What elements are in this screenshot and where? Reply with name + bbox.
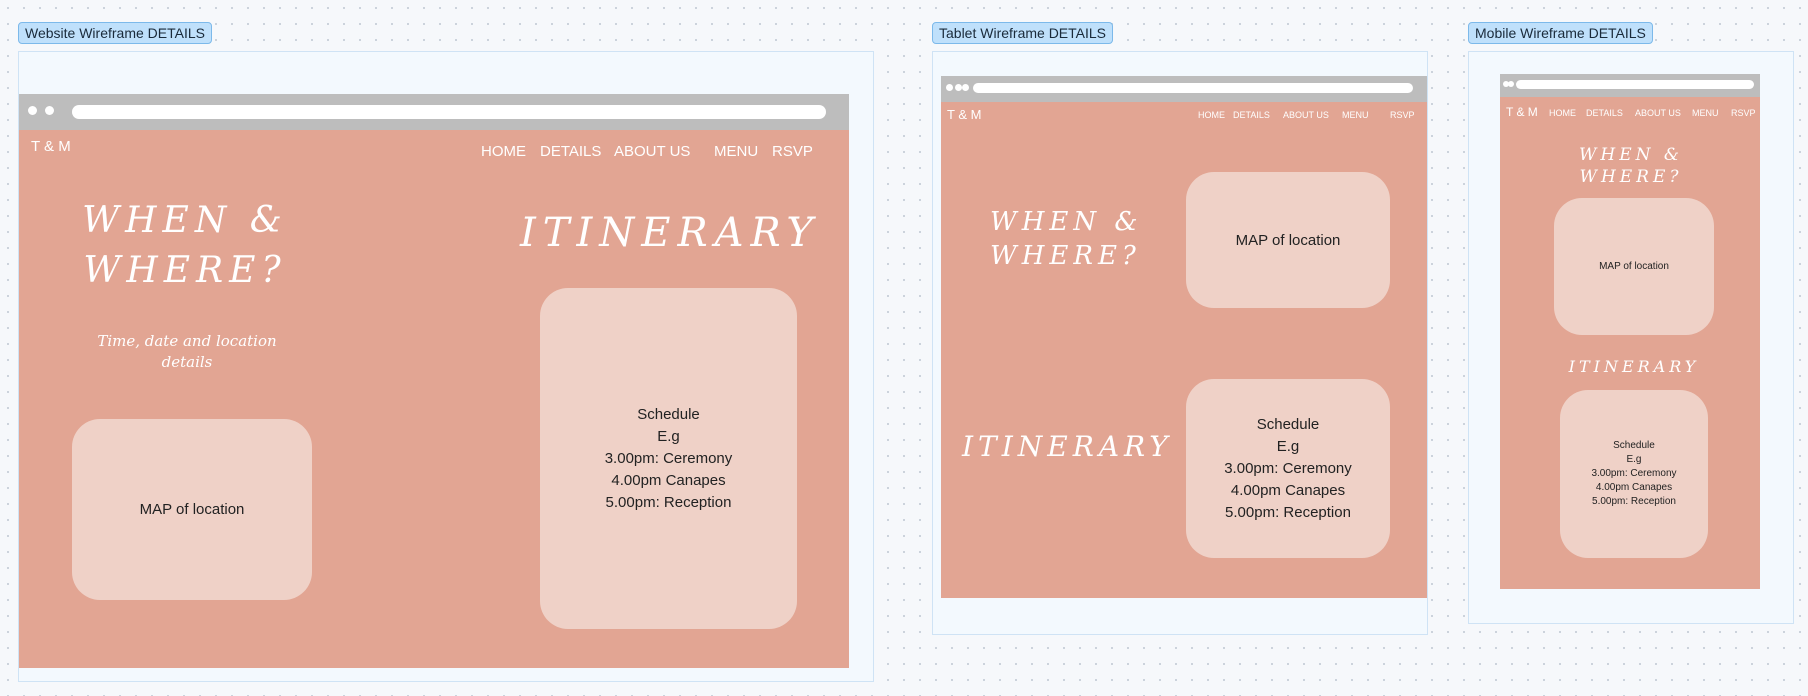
when-line-2: WHERE? xyxy=(83,250,287,291)
website-when-heading: WHEN & WHERE? xyxy=(80,196,290,296)
mobile-nav-home[interactable]: HOME xyxy=(1549,108,1576,118)
website-subtitle: Time, date and location details xyxy=(72,331,302,373)
mobile-when-heading: WHEN & WHERE? xyxy=(1570,144,1692,188)
when-line-1: WHEN & xyxy=(1578,145,1684,165)
mobile-frame-label: Mobile Wireframe DETAILS xyxy=(1468,22,1653,44)
schedule-line: E.g xyxy=(1276,437,1300,455)
tablet-url-bar[interactable] xyxy=(973,83,1413,93)
tablet-frame-label: Tablet Wireframe DETAILS xyxy=(932,22,1114,44)
website-nav-menu[interactable]: MENU xyxy=(714,143,758,160)
schedule-line: Schedule xyxy=(1256,415,1320,433)
mobile-window-dot xyxy=(1508,81,1514,87)
website-schedule-card: Schedule E.g 3.00pm: Ceremony 4.00pm Can… xyxy=(540,288,797,629)
mobile-itinerary-heading: ITINERARY xyxy=(1568,357,1700,376)
tablet-window-dot xyxy=(946,84,953,91)
tablet-nav-rsvp[interactable]: RSVP xyxy=(1390,110,1415,120)
website-nav-rsvp[interactable]: RSVP xyxy=(772,143,813,160)
schedule-line: E.g xyxy=(657,427,680,445)
tablet-map-card[interactable]: MAP of location xyxy=(1186,172,1390,308)
website-brand-logo[interactable]: T & M xyxy=(31,138,71,155)
schedule-line: Schedule xyxy=(1613,440,1655,451)
mobile-brand-logo[interactable]: T & M xyxy=(1506,105,1538,119)
schedule-line: 4.00pm Canapes xyxy=(1595,482,1673,493)
tablet-itinerary-heading: ITINERARY xyxy=(962,430,1173,463)
website-nav-about-us[interactable]: ABOUT US xyxy=(614,143,690,160)
mobile-schedule-card: Schedule E.g 3.00pm: Ceremony 4.00pm Can… xyxy=(1560,390,1708,558)
website-itinerary-heading: ITINERARY xyxy=(520,210,820,256)
tablet-when-heading: WHEN & WHERE? xyxy=(990,205,1140,273)
map-label: MAP of location xyxy=(1235,231,1341,249)
tablet-brand-logo[interactable]: T & M xyxy=(947,107,981,122)
schedule-line: 3.00pm: Ceremony xyxy=(1224,459,1352,477)
when-line-1: WHEN & xyxy=(990,207,1143,237)
mobile-nav-menu[interactable]: MENU xyxy=(1692,108,1719,118)
tablet-schedule-card: Schedule E.g 3.00pm: Ceremony 4.00pm Can… xyxy=(1186,379,1390,558)
schedule-line: 5.00pm: Reception xyxy=(1592,496,1676,507)
schedule-line: Schedule xyxy=(637,405,700,423)
website-window-dot xyxy=(45,106,54,115)
tablet-window-dot xyxy=(962,84,969,91)
mobile-nav-about-us[interactable]: ABOUT US xyxy=(1635,108,1681,118)
schedule-line: 5.00pm: Reception xyxy=(605,493,732,511)
website-window-dot xyxy=(28,106,37,115)
website-map-card[interactable]: MAP of location xyxy=(72,419,312,600)
mobile-nav-details[interactable]: DETAILS xyxy=(1586,108,1623,118)
mobile-url-bar[interactable] xyxy=(1516,80,1754,89)
website-nav-details[interactable]: DETAILS xyxy=(540,143,601,160)
schedule-line: 3.00pm: Ceremony xyxy=(604,449,733,467)
mobile-nav-rsvp[interactable]: RSVP xyxy=(1731,108,1756,118)
mobile-map-card[interactable]: MAP of location xyxy=(1554,198,1714,335)
schedule-line: 4.00pm Canapes xyxy=(1230,481,1346,499)
tablet-nav-home[interactable]: HOME xyxy=(1198,110,1225,120)
tablet-window-dot xyxy=(955,84,962,91)
tablet-nav-about-us[interactable]: ABOUT US xyxy=(1283,110,1329,120)
subtitle-line-2: details xyxy=(161,353,213,371)
tablet-nav-menu[interactable]: MENU xyxy=(1342,110,1369,120)
when-line-1: WHEN & xyxy=(82,200,288,241)
schedule-line: 3.00pm: Ceremony xyxy=(1591,468,1677,479)
schedule-line: 4.00pm Canapes xyxy=(611,471,726,489)
map-label: MAP of location xyxy=(1599,261,1669,272)
website-nav-home[interactable]: HOME xyxy=(481,143,526,160)
website-url-bar[interactable] xyxy=(72,105,826,119)
map-label: MAP of location xyxy=(139,501,245,518)
schedule-line: E.g xyxy=(1626,454,1642,465)
schedule-line: 5.00pm: Reception xyxy=(1225,503,1351,521)
tablet-nav-details[interactable]: DETAILS xyxy=(1233,110,1270,120)
when-line-2: WHERE? xyxy=(990,241,1141,271)
when-line-2: WHERE? xyxy=(1579,167,1683,187)
subtitle-line-1: Time, date and location xyxy=(97,332,277,350)
website-frame-label: Website Wireframe DETAILS xyxy=(18,22,212,44)
